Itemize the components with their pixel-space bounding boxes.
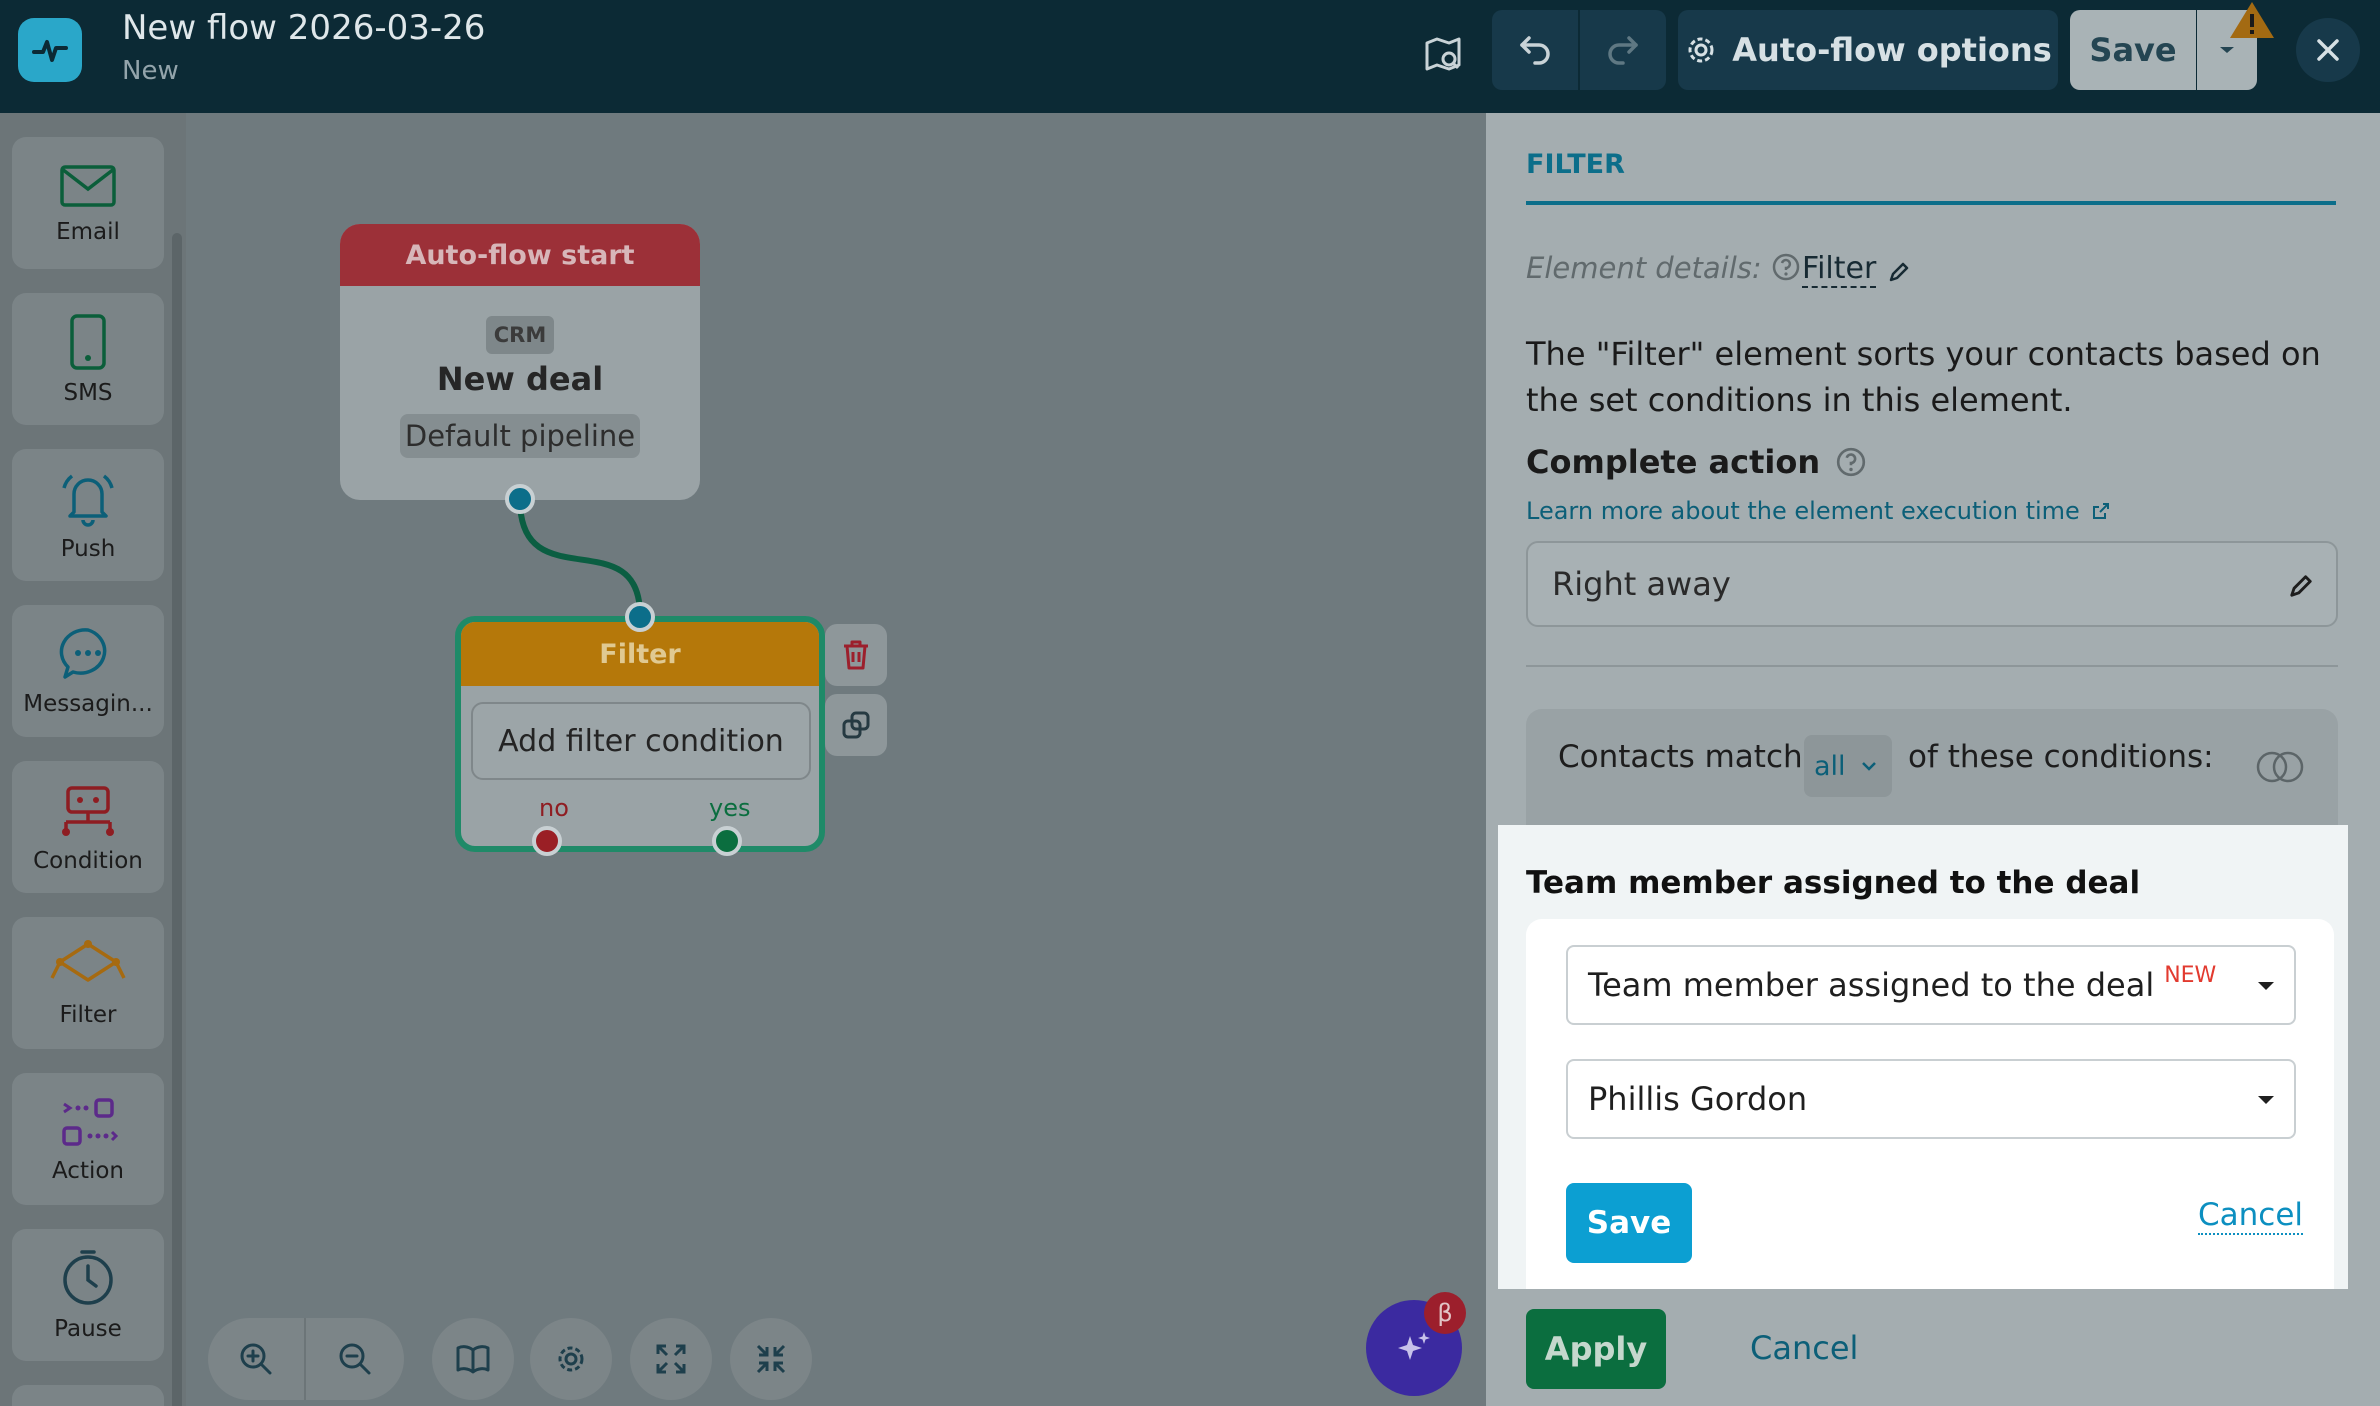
filter-settings-panel: FILTER Element details: Filter The "Filt… [1486, 113, 2380, 1406]
sparkle-icon [1398, 1332, 1430, 1360]
autoflow-options-label: Auto-flow options [1732, 31, 2052, 69]
new-tag: NEW [2164, 962, 2217, 988]
element-details-label: Element details: [1526, 251, 1801, 285]
condition-form: Team member assigned to the deal NEW Phi… [1526, 919, 2334, 1289]
close-icon [2317, 39, 2339, 61]
chevron-down-icon [2220, 47, 2234, 53]
add-filter-condition-button[interactable]: Add filter condition [471, 702, 811, 780]
team-member-select[interactable]: Phillis Gordon [1566, 1059, 2296, 1139]
gear-icon [1688, 37, 1714, 63]
zoom-out-button[interactable] [306, 1318, 404, 1400]
start-output-port[interactable] [505, 484, 535, 514]
expand-icon [656, 1344, 686, 1374]
autoflow-start-node[interactable]: Auto-flow start CRM New deal Default pip… [340, 224, 700, 500]
chevron-down-icon [1861, 762, 1876, 771]
start-node-title: New deal [436, 360, 604, 398]
delete-node-button[interactable] [825, 624, 887, 686]
edit-icon[interactable] [1886, 259, 1912, 285]
complete-action-label: Complete action [1526, 443, 1867, 481]
duplicate-node-button[interactable] [825, 694, 887, 756]
canvas-settings-button[interactable] [530, 1318, 612, 1400]
start-node-pipeline: Default pipeline [400, 414, 640, 458]
external-link-icon [2093, 503, 2110, 519]
zoom-in-icon [240, 1343, 272, 1375]
filter-input-port[interactable] [625, 602, 655, 632]
complete-action-text: Complete action [1526, 443, 1821, 481]
close-button[interactable] [2296, 18, 2360, 82]
zoom-out-icon [339, 1343, 371, 1375]
book-icon [456, 1345, 490, 1374]
help-icon[interactable] [1835, 446, 1867, 478]
autoflow-options-button[interactable]: Auto-flow options [1678, 10, 2058, 90]
condition-field-value: Team member assigned to the deal [1588, 966, 2155, 1004]
chevron-down-icon [2258, 982, 2274, 990]
beta-badge: β [1424, 1292, 1466, 1334]
collapse-icon [756, 1344, 786, 1374]
edit-icon[interactable] [2286, 571, 2316, 601]
trash-icon [844, 640, 868, 670]
help-icon[interactable] [1771, 252, 1801, 282]
copy-icon [842, 711, 870, 739]
complete-action-value: Right away [1552, 565, 1731, 603]
crm-badge: CRM [486, 316, 554, 354]
filter-yes-label: yes [709, 794, 751, 822]
redo-button[interactable] [1580, 10, 1666, 90]
conditions-header: Contacts match all of these conditions: [1526, 709, 2338, 829]
condition-popup: Team member assigned to the deal Team me… [1498, 825, 2348, 1289]
match-mode-select[interactable]: all [1804, 735, 1892, 797]
team-member-value: Phillis Gordon [1588, 1080, 1808, 1118]
element-details-text: Element details: [1526, 251, 1762, 285]
condition-cancel-button[interactable]: Cancel [2198, 1197, 2304, 1235]
learn-more-link[interactable]: Learn more about the element execution t… [1526, 497, 2111, 525]
apply-button[interactable]: Apply [1526, 1309, 1666, 1389]
filter-yes-port[interactable] [712, 826, 742, 856]
warning-icon[interactable] [2228, 0, 2276, 40]
tab-underline [1526, 201, 2336, 205]
contacts-match-prefix: Contacts match [1558, 739, 1803, 775]
condition-field-select[interactable]: Team member assigned to the deal NEW [1566, 945, 2296, 1025]
redo-icon [1608, 36, 1638, 65]
gear-icon [558, 1346, 584, 1372]
element-name[interactable]: Filter [1802, 251, 1877, 288]
section-divider [1526, 665, 2338, 667]
cancel-button[interactable]: Cancel [1750, 1329, 1858, 1367]
tab-filter[interactable]: FILTER [1526, 149, 1625, 180]
filter-node[interactable]: Filter Add filter condition no yes [455, 616, 825, 852]
match-mode-value: all [1814, 750, 1846, 782]
zoom-controls [208, 1318, 404, 1400]
guide-button[interactable] [432, 1318, 514, 1400]
undo-icon [1520, 36, 1550, 65]
learn-more-text: Learn more about the element execution t… [1526, 497, 2080, 525]
element-description: The "Filter" element sorts your contacts… [1526, 335, 2321, 419]
collapse-button[interactable] [730, 1318, 812, 1400]
condition-save-button[interactable]: Save [1566, 1183, 1692, 1263]
expand-button[interactable] [630, 1318, 712, 1400]
zoom-in-button[interactable] [208, 1318, 306, 1400]
undo-button[interactable] [1492, 10, 1578, 90]
save-button[interactable]: Save [2070, 10, 2196, 90]
filter-no-label: no [539, 794, 569, 822]
chevron-down-icon [2258, 1096, 2274, 1104]
start-node-header: Auto-flow start [340, 224, 700, 286]
complete-action-field[interactable]: Right away [1526, 541, 2338, 627]
intersect-circles-icon[interactable] [2254, 749, 2306, 785]
contacts-match-suffix: of these conditions: [1908, 739, 2214, 775]
condition-popup-title: Team member assigned to the deal [1526, 865, 2141, 901]
filter-no-port[interactable] [532, 826, 562, 856]
